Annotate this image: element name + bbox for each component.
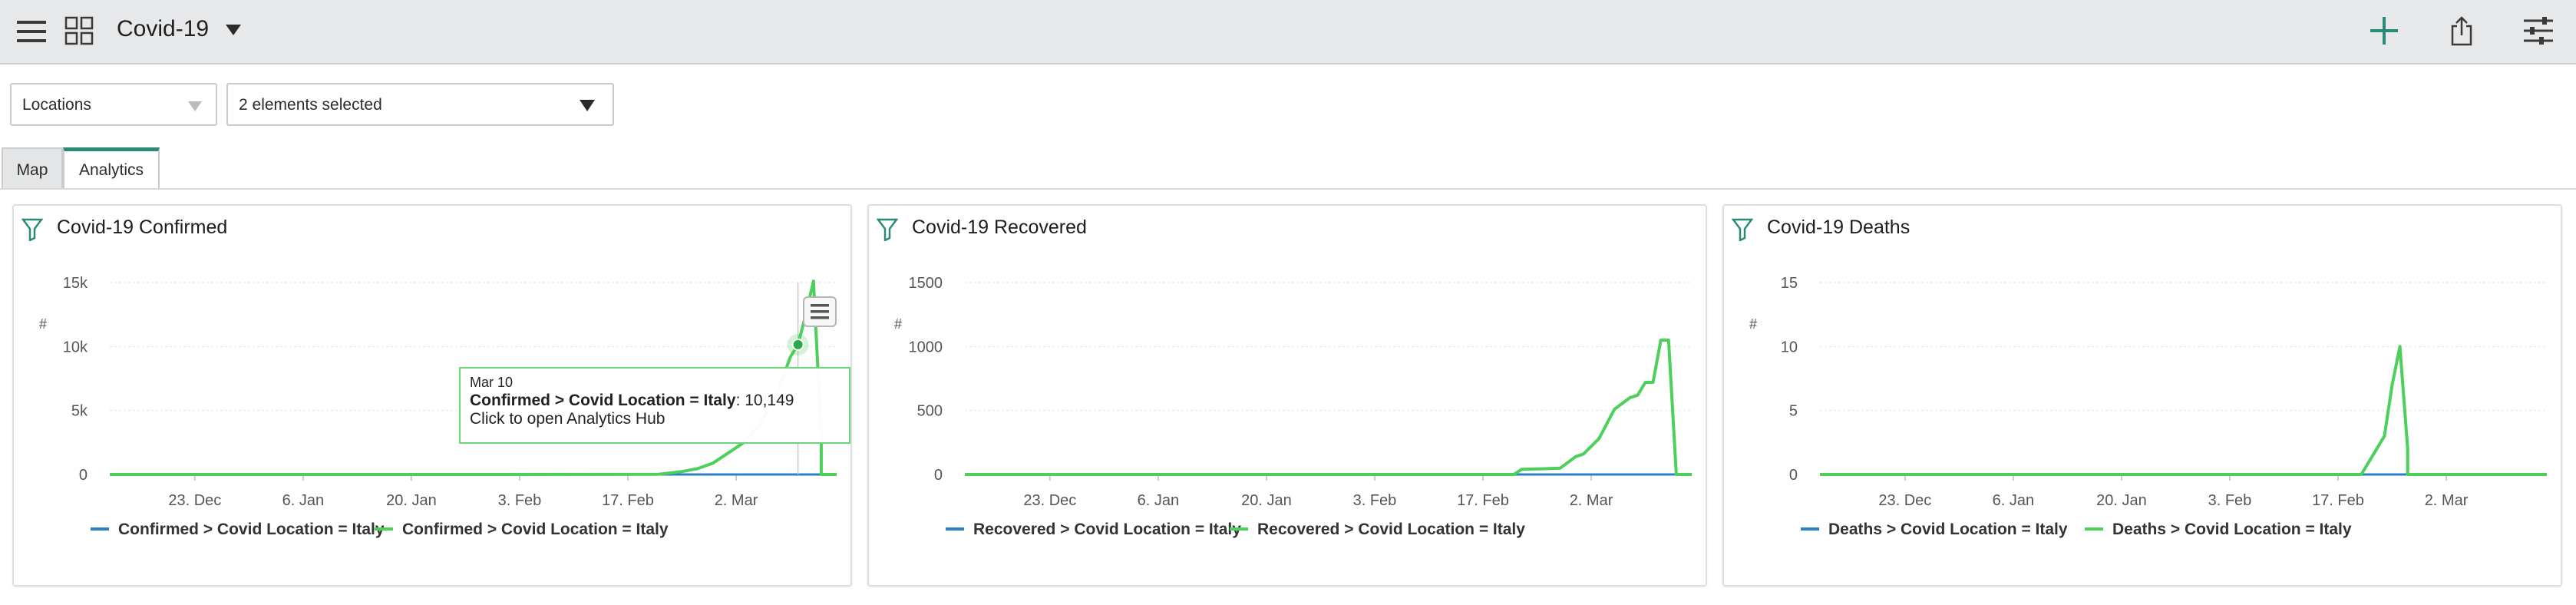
chart-panel-confirmed: Covid-19 Confirmed 0 5k 10k 15k #23. Dec 6. J… — [12, 204, 852, 587]
legend-label: Confirmed > Covid Location = Italy — [402, 521, 669, 538]
caret-down-icon — [580, 100, 595, 111]
filter-icon[interactable] — [21, 218, 43, 241]
x-tick-label: 23. Dec — [1023, 492, 1076, 509]
x-tick-label: 2. Mar — [2425, 492, 2469, 509]
elements-select[interactable]: 2 elements selected — [226, 83, 614, 126]
x-tick-label: 6. Jan — [282, 492, 324, 509]
tooltip-hint: Click to open Analytics Hub — [470, 410, 665, 428]
x-tick-label: 3. Feb — [2208, 492, 2252, 509]
x-tick-label: 20. Jan — [386, 492, 437, 509]
series-line-green — [965, 339, 1692, 476]
legend-label: Recovered > Covid Location = Italy — [973, 521, 1241, 538]
x-tick-label: 20. Jan — [2096, 492, 2147, 509]
x-tick-label: 2. Mar — [715, 492, 758, 509]
legend-label: Recovered > Covid Location = Italy — [1257, 521, 1525, 538]
chart-menu-icon[interactable] — [803, 296, 837, 327]
tab-map[interactable]: Map — [2, 147, 63, 189]
plus-icon[interactable] — [2370, 17, 2398, 45]
locations-select-label: Locations — [22, 96, 91, 114]
locations-select[interactable]: Locations — [10, 83, 217, 126]
x-tick-label: 3. Feb — [498, 492, 542, 509]
app-title: Covid-19 — [117, 16, 210, 41]
y-tick-label: 0 — [1789, 467, 1798, 484]
x-tick-label: 2. Mar — [1570, 492, 1613, 509]
x-tick-label: 23. Dec — [168, 492, 221, 509]
highlight-point — [791, 338, 804, 351]
tooltip-value: : 10,149 — [735, 392, 794, 409]
y-tick-label: 5 — [1789, 403, 1798, 420]
tooltip-date: Mar 10 — [470, 375, 514, 390]
x-tick-label: 23. Dec — [1878, 492, 1931, 509]
chart-deaths[interactable]: 0 5 10 15 #23. Dec 6. Jan 20. Jan 3. Feb 17. Feb… — [1724, 252, 2561, 587]
tab-analytics[interactable]: Analytics — [63, 147, 160, 189]
legend-label: Deaths > Covid Location = Italy — [1828, 521, 2068, 538]
x-tick-label: 6. Jan — [1138, 492, 1179, 509]
grid-icon[interactable] — [64, 16, 94, 45]
chart-recovered[interactable]: 0 500 1000 1500 #23. Dec 6. Jan 20. Jan 3. Feb 1… — [869, 252, 1706, 587]
elements-select-value: 2 elements selected — [239, 96, 382, 114]
y-tick-label: 500 — [917, 403, 943, 420]
x-tick-label: 6. Jan — [1993, 492, 2034, 509]
chart-panel-recovered: Covid-19 Recovered 0 500 1000 1500 #23. Dec 6… — [867, 204, 1707, 587]
legend-label: Deaths > Covid Location = Italy — [2112, 521, 2352, 538]
y-axis-label: # — [1749, 316, 1757, 332]
x-tick-label: 17. Feb — [602, 492, 654, 509]
x-tick-label: 17. Feb — [2312, 492, 2364, 509]
settings-sliders-icon[interactable] — [2524, 17, 2553, 45]
y-tick-label: 15k — [63, 275, 88, 292]
y-tick-label: 15 — [1781, 275, 1798, 292]
panel-title: Covid-19 Recovered — [912, 217, 1087, 238]
y-tick-label: 0 — [934, 467, 943, 484]
top-toolbar: Covid-19 — [0, 0, 2576, 64]
x-tick-label: 3. Feb — [1353, 492, 1397, 509]
y-tick-label: 5k — [71, 403, 88, 420]
hamburger-icon[interactable] — [17, 19, 46, 44]
chart-tooltip[interactable]: Mar 10 Confirmed > Covid Location = Ital… — [459, 367, 850, 444]
legend-label: Confirmed > Covid Location = Italy — [118, 521, 385, 538]
x-tick-label: 20. Jan — [1241, 492, 1292, 509]
tab-divider — [0, 188, 2576, 190]
y-tick-label: 1500 — [909, 275, 943, 292]
panel-title: Covid-19 Confirmed — [57, 217, 228, 238]
caret-down-icon[interactable] — [226, 25, 241, 35]
y-axis-label: # — [39, 316, 47, 332]
y-axis-label: # — [894, 316, 902, 332]
filter-icon[interactable] — [1732, 218, 1753, 241]
filter-icon[interactable] — [877, 218, 898, 241]
y-tick-label: 0 — [79, 467, 88, 484]
tooltip-line: Confirmed > Covid Location = Italy: 10,1… — [470, 392, 840, 410]
y-tick-label: 1000 — [909, 339, 943, 355]
y-tick-label: 10 — [1781, 339, 1798, 355]
chart-panel-deaths: Covid-19 Deaths 0 5 10 15 #23. Dec 6. Jan 20. … — [1722, 204, 2562, 587]
y-tick-label: 10k — [63, 339, 88, 355]
share-icon[interactable] — [2450, 15, 2473, 46]
caret-down-icon — [188, 101, 202, 111]
x-tick-label: 17. Feb — [1457, 492, 1509, 509]
tooltip-series: Confirmed > Covid Location = Italy — [470, 392, 736, 409]
panel-title: Covid-19 Deaths — [1767, 217, 1911, 238]
